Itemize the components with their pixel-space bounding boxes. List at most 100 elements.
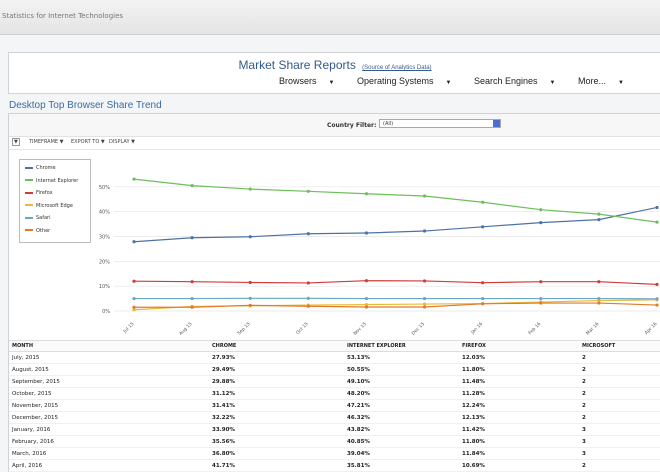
- data-point-ie: [539, 208, 542, 211]
- legend-item[interactable]: Microsoft Edge: [25, 203, 73, 209]
- table-row: October, 201531.12%48.20%11.28%2: [9, 388, 660, 400]
- data-point-safari: [597, 297, 600, 300]
- x-tick-label: Feb 16: [527, 321, 542, 336]
- table-row: February, 201635.56%40.85%11.80%3: [9, 436, 660, 448]
- data-point-chrome: [481, 225, 484, 228]
- series-line-edge: [134, 300, 657, 310]
- legend-marker: [25, 229, 33, 231]
- col-chrome[interactable]: CHROME: [212, 341, 347, 352]
- y-tick-label: 20%: [99, 259, 110, 265]
- series-line-ie: [134, 179, 657, 222]
- data-point-other: [481, 302, 484, 305]
- table-row: July, 201527.93%53.13%12.03%2: [9, 352, 660, 364]
- cell-value: 12.13%: [462, 412, 582, 424]
- data-point-firefox: [249, 281, 252, 284]
- browser-top-bar: Statistics for Internet Technologies: [0, 0, 660, 35]
- x-tick-label: Dec 15: [411, 321, 427, 337]
- series-line-firefox: [134, 281, 657, 285]
- series-line-other: [134, 303, 657, 307]
- data-point-ie: [365, 192, 368, 195]
- data-point-safari: [481, 297, 484, 300]
- cell-value: 49.10%: [347, 376, 462, 388]
- data-point-firefox: [597, 280, 600, 283]
- y-tick-label: 10%: [99, 284, 110, 290]
- legend-label: Firefox: [36, 190, 53, 196]
- data-point-other: [307, 305, 310, 308]
- nav-search-engines[interactable]: Search Engines▼: [474, 76, 566, 86]
- nav-more[interactable]: More...▼: [578, 76, 634, 86]
- nav-operating-systems[interactable]: Operating Systems▼: [357, 76, 461, 86]
- col-month[interactable]: MONTH: [9, 341, 212, 352]
- data-point-firefox: [191, 280, 194, 283]
- legend-item[interactable]: Other: [25, 228, 50, 234]
- cell-value: 29.88%: [212, 376, 347, 388]
- nav-browsers[interactable]: Browsers▼: [279, 76, 344, 86]
- legend-marker: [25, 192, 33, 194]
- cell-value: 36.80%: [212, 448, 347, 460]
- data-point-chrome: [307, 232, 310, 235]
- cell-value: 2: [582, 376, 660, 388]
- legend-label: Other: [36, 228, 50, 234]
- cell-month: July, 2015: [9, 352, 212, 364]
- data-point-ie: [132, 178, 135, 181]
- cell-value: 47.21%: [347, 400, 462, 412]
- data-point-firefox: [655, 283, 658, 286]
- cell-month: March, 2016: [9, 448, 212, 460]
- table-row: March, 201636.80%39.04%11.84%3: [9, 448, 660, 460]
- col-firefox[interactable]: FIREFOX: [462, 341, 582, 352]
- cell-value: 11.84%: [462, 448, 582, 460]
- x-tick-label: Sep 15: [236, 321, 251, 336]
- cell-value: 11.80%: [462, 436, 582, 448]
- cell-value: 32.22%: [212, 412, 347, 424]
- data-point-ie: [481, 201, 484, 204]
- data-point-other: [597, 301, 600, 304]
- table-row: September, 201529.88%49.10%11.48%2: [9, 376, 660, 388]
- data-point-firefox: [423, 279, 426, 282]
- cell-value: 2: [582, 352, 660, 364]
- cell-value: 11.28%: [462, 388, 582, 400]
- data-point-chrome: [423, 229, 426, 232]
- data-point-chrome: [597, 218, 600, 221]
- cell-value: 2: [582, 364, 660, 376]
- legend-item[interactable]: Internet Explorer: [25, 178, 78, 184]
- data-point-other: [365, 305, 368, 308]
- cell-value: 50.55%: [347, 364, 462, 376]
- report-header: Market Share Reports (Source of Analytic…: [8, 52, 660, 94]
- col-ie[interactable]: INTERNET EXPLORER: [347, 341, 462, 352]
- source-link[interactable]: (Source of Analytics Data): [362, 65, 431, 71]
- cell-month: December, 2015: [9, 412, 212, 424]
- data-point-ie: [423, 194, 426, 197]
- data-point-safari: [539, 297, 542, 300]
- legend-item[interactable]: Safari: [25, 215, 51, 221]
- data-point-other: [539, 301, 542, 304]
- report-panel: Country Filter: (All) ▼ TIMEFRAME ▼ EXPO…: [8, 113, 660, 472]
- data-point-other: [423, 305, 426, 308]
- legend-item[interactable]: Firefox: [25, 190, 53, 196]
- cell-value: 40.85%: [347, 436, 462, 448]
- data-point-chrome: [132, 240, 135, 243]
- x-tick-label: Mar 16: [585, 321, 600, 336]
- table-row: December, 201532.22%46.32%12.13%2: [9, 412, 660, 424]
- data-point-firefox: [365, 279, 368, 282]
- x-tick-label: Apr 16: [644, 321, 659, 336]
- cell-month: September, 2015: [9, 376, 212, 388]
- data-point-chrome: [191, 236, 194, 239]
- cell-value: 2: [582, 388, 660, 400]
- cell-value: 11.48%: [462, 376, 582, 388]
- table-row: August, 201529.49%50.55%11.80%2: [9, 364, 660, 376]
- cell-value: 12.24%: [462, 400, 582, 412]
- cell-value: 53.13%: [347, 352, 462, 364]
- data-point-safari: [423, 297, 426, 300]
- legend-label: Safari: [36, 215, 51, 221]
- cell-value: 31.12%: [212, 388, 347, 400]
- data-point-ie: [307, 190, 310, 193]
- cell-value: 3: [582, 448, 660, 460]
- cell-value: 48.20%: [347, 388, 462, 400]
- col-edge[interactable]: MICROSOFT: [582, 341, 660, 352]
- nav-more-label: More...: [578, 76, 606, 86]
- data-point-firefox: [307, 281, 310, 284]
- legend-item[interactable]: Chrome: [25, 165, 56, 171]
- main-nav: Browsers▼ Operating Systems▼ Search Engi…: [279, 76, 644, 86]
- cell-value: 11.42%: [462, 424, 582, 436]
- y-tick-label: 40%: [99, 210, 110, 216]
